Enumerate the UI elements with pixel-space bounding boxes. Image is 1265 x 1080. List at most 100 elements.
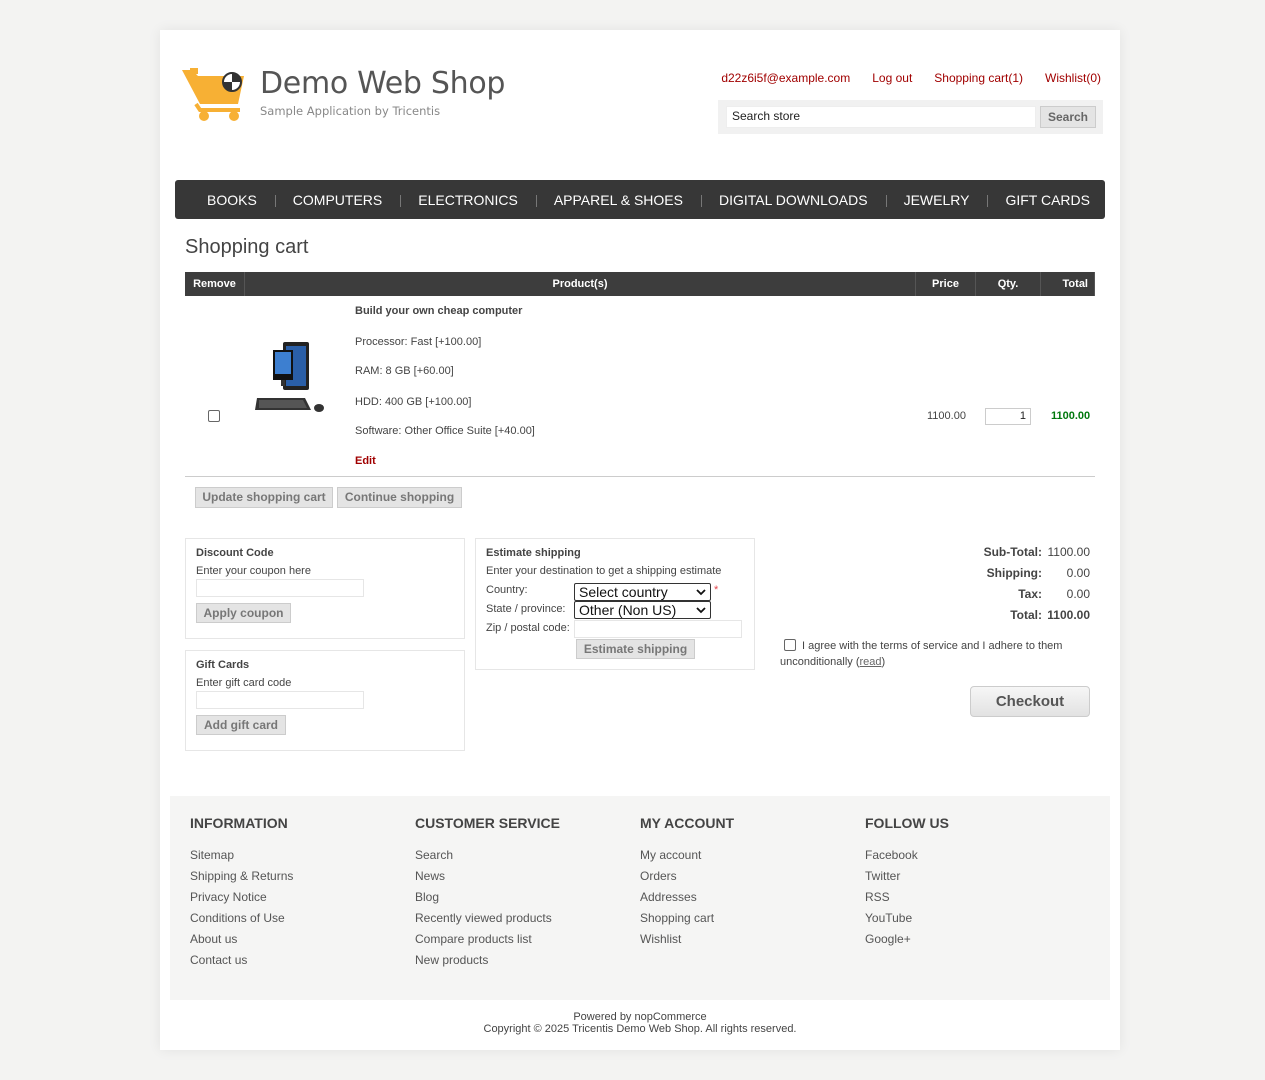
page-title: Shopping cart <box>185 236 309 258</box>
update-cart-button[interactable]: Update shopping cart <box>195 487 333 508</box>
subtotal-label: Sub-Total: <box>983 545 1042 559</box>
tax-row: Tax: 0.00 <box>950 587 1090 607</box>
logo-subtitle: Sample Application by Tricentis <box>260 104 441 118</box>
total-label: Total: <box>1010 608 1042 622</box>
footer: INFORMATION Sitemap Shipping & Returns P… <box>170 796 1110 1000</box>
terms-text: I agree with the terms of service and I … <box>780 640 1063 668</box>
footer-link-new-products[interactable]: New products <box>415 953 635 974</box>
state-label: State / province: <box>486 603 566 615</box>
header-remove: Remove <box>185 272 245 296</box>
shipping-label: Shipping: <box>986 566 1042 580</box>
gift-card-input[interactable] <box>196 691 364 709</box>
footer-link-contact[interactable]: Contact us <box>190 953 410 974</box>
footer-link-google-plus[interactable]: Google+ <box>865 932 1085 953</box>
footer-link-privacy[interactable]: Privacy Notice <box>190 890 410 911</box>
footer-link-blog[interactable]: Blog <box>415 890 635 911</box>
product-image[interactable] <box>253 338 329 418</box>
wishlist-link[interactable]: Wishlist(0) <box>1045 71 1101 85</box>
remove-checkbox[interactable] <box>208 410 220 422</box>
state-select-value: Other (Non US) <box>579 602 677 618</box>
menu-item-jewelry[interactable]: JEWELRY <box>885 192 988 208</box>
footer-heading-information: INFORMATION <box>190 815 288 831</box>
unit-price: 1100.00 <box>927 410 966 422</box>
attribute-processor: Processor: Fast [+100.00] <box>355 336 482 348</box>
footer-link-my-account[interactable]: My account <box>640 848 860 869</box>
estimate-shipping-button[interactable]: Estimate shipping <box>576 639 695 659</box>
total-row: Total: 1100.00 <box>950 608 1090 628</box>
menu-item-gift-cards[interactable]: GIFT CARDS <box>987 192 1108 208</box>
shipping-row: Shipping: 0.00 <box>950 566 1090 586</box>
attribute-software: Software: Other Office Suite [+40.00] <box>355 425 535 437</box>
menu-item-digital-downloads[interactable]: DIGITAL DOWNLOADS <box>701 192 886 208</box>
chevron-down-icon <box>696 607 706 614</box>
product-name[interactable]: Build your own cheap computer <box>355 305 522 317</box>
copyright-text: Copyright © 2025 Tricentis Demo Web Shop… <box>483 1023 797 1035</box>
checkout-button[interactable]: Checkout <box>970 686 1090 717</box>
search-box: Search store Search <box>718 100 1103 134</box>
footer-link-shipping-returns[interactable]: Shipping & Returns <box>190 869 410 890</box>
total-value: 1100.00 <box>1047 608 1090 622</box>
footer-link-news[interactable]: News <box>415 869 635 890</box>
zip-input[interactable] <box>574 620 742 638</box>
shopping-cart-link[interactable]: Shopping cart(1) <box>934 71 1023 85</box>
search-button[interactable]: Search <box>1040 106 1096 128</box>
footer-link-about[interactable]: About us <box>190 932 410 953</box>
footer-link-sitemap[interactable]: Sitemap <box>190 848 410 869</box>
menu-item-electronics[interactable]: ELECTRONICS <box>400 192 536 208</box>
footer-information: INFORMATION Sitemap Shipping & Returns P… <box>190 815 410 974</box>
footer-link-compare[interactable]: Compare products list <box>415 932 635 953</box>
header-total: Total <box>1041 272 1095 296</box>
country-select[interactable]: Select country <box>574 583 711 601</box>
shipping-hint: Enter your destination to get a shipping… <box>486 565 722 577</box>
gift-card-title: Gift Cards <box>196 659 250 671</box>
add-gift-card-button[interactable]: Add gift card <box>196 715 286 735</box>
menu-item-books[interactable]: BOOKS <box>189 192 275 208</box>
header-products: Product(s) <box>245 272 916 296</box>
footer-follow-us: FOLLOW US Facebook Twitter RSS YouTube G… <box>865 815 1085 953</box>
edit-item-link[interactable]: Edit <box>355 455 376 467</box>
site-logo[interactable]: Demo Web Shop Sample Application by Tric… <box>180 66 505 126</box>
footer-link-rss[interactable]: RSS <box>865 890 1085 911</box>
quantity-input[interactable]: 1 <box>985 408 1031 425</box>
footer-heading-follow-us: FOLLOW US <box>865 815 949 831</box>
zip-label: Zip / postal code: <box>486 622 570 634</box>
footer-customer-service: CUSTOMER SERVICE Search News Blog Recent… <box>415 815 635 974</box>
footer-link-facebook[interactable]: Facebook <box>865 848 1085 869</box>
subtotal-row: Sub-Total: 1100.00 <box>950 545 1090 565</box>
footer-link-orders[interactable]: Orders <box>640 869 860 890</box>
menu-item-computers[interactable]: COMPUTERS <box>274 192 400 208</box>
tax-label: Tax: <box>1018 587 1042 601</box>
continue-shopping-button[interactable]: Continue shopping <box>337 487 462 508</box>
header-price: Price <box>916 272 976 296</box>
powered-by-text[interactable]: Powered by nopCommerce <box>160 1011 1120 1023</box>
tax-value: 0.00 <box>1066 587 1090 601</box>
gift-card-hint: Enter gift card code <box>196 677 292 689</box>
account-link[interactable]: d22z6i5f@example.com <box>721 71 850 85</box>
terms-read-link[interactable]: read <box>860 656 882 668</box>
footer-link-shopping-cart[interactable]: Shopping cart <box>640 911 860 932</box>
footer-link-addresses[interactable]: Addresses <box>640 890 860 911</box>
terms-checkbox[interactable] <box>784 639 796 651</box>
search-input[interactable]: Search store <box>726 106 1036 128</box>
shipping-value: 0.00 <box>1066 566 1090 580</box>
footer-link-search[interactable]: Search <box>415 848 635 869</box>
footer-link-wishlist[interactable]: Wishlist <box>640 932 860 953</box>
attribute-ram: RAM: 8 GB [+60.00] <box>355 365 454 377</box>
header-qty: Qty. <box>976 272 1041 296</box>
footer-link-twitter[interactable]: Twitter <box>865 869 1085 890</box>
coupon-input[interactable] <box>196 579 364 597</box>
menu-item-apparel-shoes[interactable]: APPAREL & SHOES <box>535 192 701 208</box>
cart-item-row: Build your own cheap computer Processor:… <box>185 296 1095 477</box>
cart-table-header: Remove Product(s) Price Qty. Total <box>185 272 1095 296</box>
footer-link-conditions[interactable]: Conditions of Use <box>190 911 410 932</box>
discount-box: Discount Code Enter your coupon here App… <box>185 538 465 639</box>
footer-link-youtube[interactable]: YouTube <box>865 911 1085 932</box>
footer-link-recently-viewed[interactable]: Recently viewed products <box>415 911 635 932</box>
country-label: Country: <box>486 584 528 596</box>
apply-coupon-button[interactable]: Apply coupon <box>196 603 291 623</box>
shopping-cart-logo-icon <box>182 68 244 121</box>
state-select[interactable]: Other (Non US) <box>574 601 711 619</box>
top-menu: BOOKS COMPUTERS ELECTRONICS APPAREL & SH… <box>175 180 1105 219</box>
logout-link[interactable]: Log out <box>872 71 912 85</box>
estimate-shipping-box: Estimate shipping Enter your destination… <box>475 538 755 670</box>
